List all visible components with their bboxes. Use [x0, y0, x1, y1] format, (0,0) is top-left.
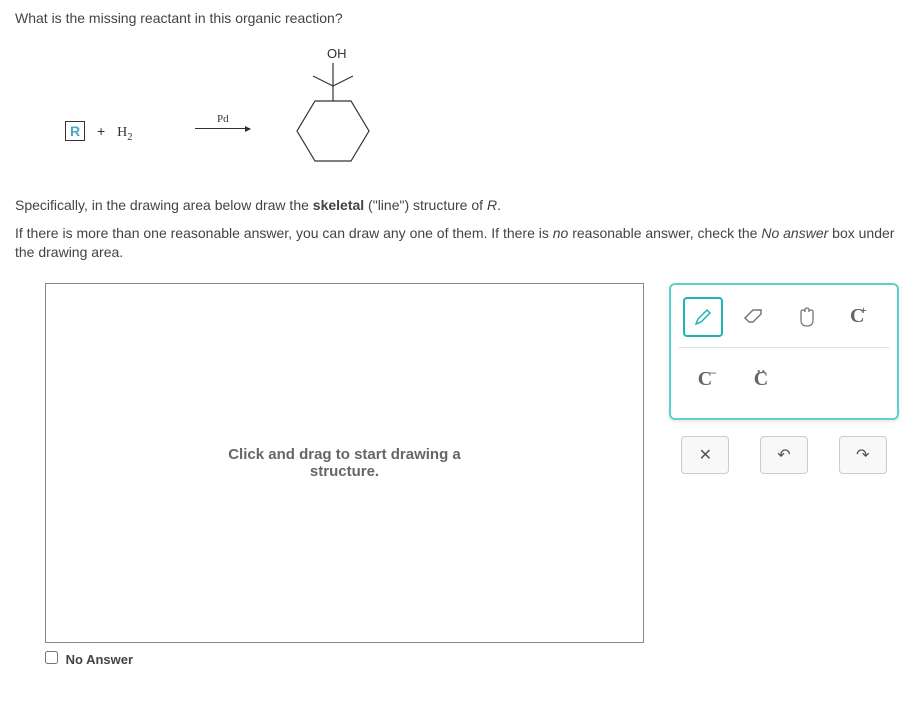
- question-text: What is the missing reactant in this org…: [15, 10, 899, 26]
- c-plus-tool[interactable]: C+: [838, 297, 878, 337]
- pencil-icon: [693, 307, 713, 327]
- hand-icon: [796, 306, 816, 328]
- eraser-icon: [743, 308, 765, 326]
- action-row: ✕ ↶ ↷: [669, 430, 899, 480]
- h2-label: H2: [117, 125, 132, 140]
- catalyst-label: Pd: [217, 113, 229, 125]
- clear-button[interactable]: ✕: [681, 436, 729, 474]
- plus-sign: +: [97, 123, 105, 139]
- drawing-toolbox: C+ C− C: [669, 283, 899, 420]
- drawing-placeholder: Click and drag to start drawing a struct…: [228, 446, 461, 480]
- toolbox-column: C+ C− C ✕ ↶ ↷: [669, 283, 899, 480]
- pencil-tool[interactable]: [683, 297, 723, 337]
- no-answer-label[interactable]: No Answer: [45, 652, 133, 667]
- redo-button[interactable]: ↷: [839, 436, 887, 474]
- drawing-canvas[interactable]: Click and drag to start drawing a struct…: [45, 283, 644, 643]
- eraser-tool[interactable]: [735, 297, 775, 337]
- oh-label: OH: [327, 46, 347, 61]
- instruction-line2: If there is more than one reasonable ans…: [15, 224, 899, 263]
- no-answer-checkbox[interactable]: [45, 651, 58, 664]
- c-lonepair-tool[interactable]: C: [739, 360, 783, 400]
- no-answer-row: No Answer: [45, 651, 899, 667]
- reactant-r: R + H2: [65, 121, 132, 143]
- reaction-scheme: R + H2 Pd OH: [55, 46, 899, 176]
- c-minus-tool[interactable]: C−: [683, 360, 727, 400]
- tool-row-charge: C− C: [679, 356, 889, 404]
- undo-button[interactable]: ↶: [760, 436, 808, 474]
- instruction-line1: Specifically, in the drawing area below …: [15, 196, 899, 216]
- reaction-arrow: Pd: [195, 128, 250, 129]
- hand-tool[interactable]: [786, 297, 826, 337]
- tool-row-main: C+: [679, 293, 889, 348]
- reactant-placeholder: R: [65, 121, 85, 141]
- product-structure: OH: [265, 46, 385, 179]
